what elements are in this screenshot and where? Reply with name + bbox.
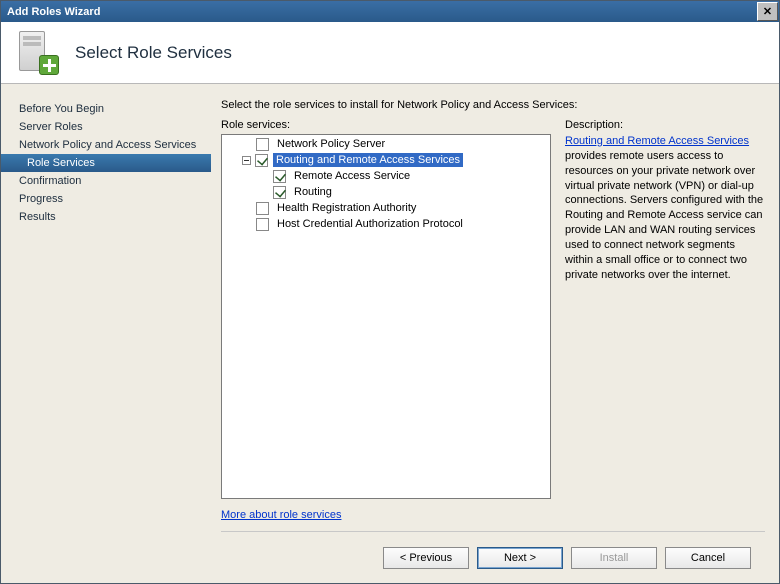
step-confirmation[interactable]: Confirmation — [1, 172, 211, 190]
page-title: Select Role Services — [75, 43, 232, 63]
tree-node[interactable]: Host Credential Authorization Protocol — [222, 216, 550, 232]
step-server-roles[interactable]: Server Roles — [1, 118, 211, 136]
tree-checkbox[interactable] — [256, 138, 269, 151]
tree-node-label: Network Policy Server — [274, 137, 388, 151]
tree-checkbox[interactable] — [256, 202, 269, 215]
more-about-link[interactable]: More about role services — [221, 509, 551, 521]
tree-node[interactable]: Remote Access Service — [222, 168, 550, 184]
cancel-button[interactable]: Cancel — [665, 547, 751, 569]
tree-node[interactable]: Routing and Remote Access Services — [222, 152, 550, 168]
description-text: Routing and Remote Access Services provi… — [565, 134, 765, 282]
tree-checkbox[interactable] — [273, 170, 286, 183]
step-before-you-begin[interactable]: Before You Begin — [1, 100, 211, 118]
tree-checkbox[interactable] — [273, 186, 286, 199]
role-services-label: Role services: — [221, 119, 551, 131]
tree-node[interactable]: Health Registration Authority — [222, 200, 550, 216]
tree-checkbox[interactable] — [256, 218, 269, 231]
step-results[interactable]: Results — [1, 208, 211, 226]
description-link[interactable]: Routing and Remote Access Services — [565, 134, 749, 149]
tree-node-label: Remote Access Service — [291, 169, 413, 183]
button-bar: < Previous Next > Install Cancel — [221, 531, 765, 583]
previous-button[interactable]: < Previous — [383, 547, 469, 569]
step-role-services[interactable]: Role Services — [1, 154, 211, 172]
tree-node-label: Host Credential Authorization Protocol — [274, 217, 466, 231]
main-panel: Select the role services to install for … — [211, 84, 779, 583]
install-button[interactable]: Install — [571, 547, 657, 569]
tree-node-label: Routing and Remote Access Services — [273, 153, 463, 167]
wizard-header: Select Role Services — [1, 22, 779, 84]
server-plus-icon — [15, 31, 59, 75]
role-services-tree[interactable]: Network Policy Server Routing and Remote … — [221, 134, 551, 499]
close-icon: ✕ — [763, 5, 772, 18]
tree-node-label: Routing — [291, 185, 335, 199]
step-progress[interactable]: Progress — [1, 190, 211, 208]
step-network-policy[interactable]: Network Policy and Access Services — [1, 136, 211, 154]
tree-node[interactable]: Routing — [222, 184, 550, 200]
tree-node-label: Health Registration Authority — [274, 201, 419, 215]
description-body: provides remote users access to resource… — [565, 150, 763, 281]
collapse-icon[interactable] — [242, 156, 251, 165]
instruction-text: Select the role services to install for … — [221, 99, 765, 111]
close-button[interactable]: ✕ — [757, 2, 778, 21]
wizard-body: Before You Begin Server Roles Network Po… — [1, 84, 779, 583]
window-title: Add Roles Wizard — [7, 6, 100, 18]
description-label: Description: — [565, 119, 765, 131]
tree-checkbox[interactable] — [255, 154, 268, 167]
wizard-steps-sidebar: Before You Begin Server Roles Network Po… — [1, 84, 211, 583]
tree-node[interactable]: Network Policy Server — [222, 136, 550, 152]
title-bar: Add Roles Wizard ✕ — [1, 1, 779, 22]
next-button[interactable]: Next > — [477, 547, 563, 569]
